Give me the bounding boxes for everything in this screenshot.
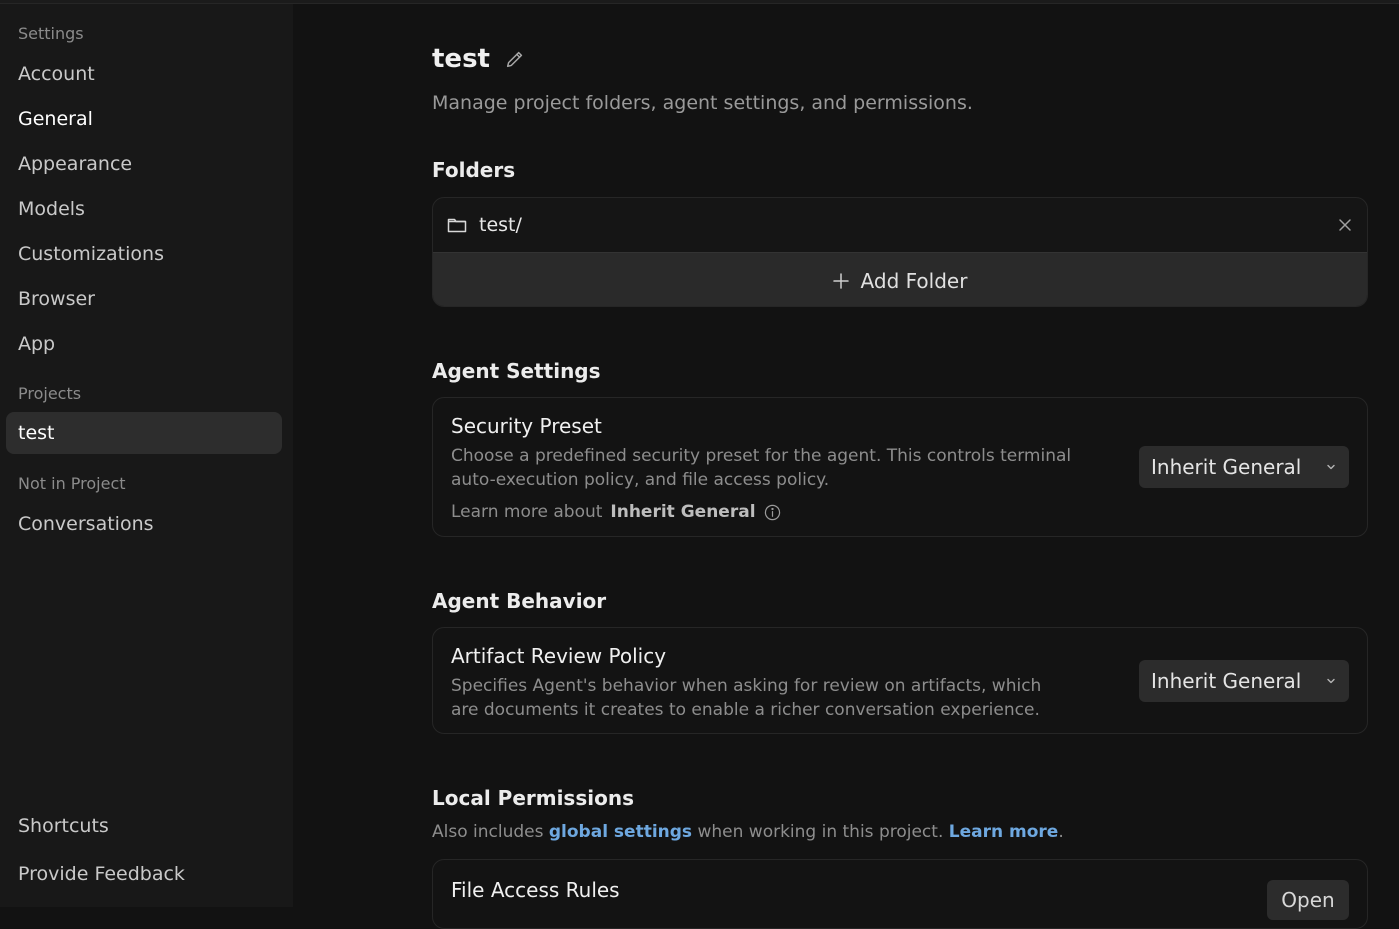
- sidebar-item-browser[interactable]: Browser: [6, 278, 282, 320]
- agent-behavior-heading: Agent Behavior: [432, 589, 607, 613]
- plus-icon: [832, 272, 849, 289]
- file-access-card: File Access Rules Open: [432, 859, 1368, 929]
- sidebar-item-project-test[interactable]: test: [6, 412, 282, 454]
- sidebar-item-account[interactable]: Account: [6, 53, 282, 95]
- file-access-title: File Access Rules: [451, 878, 620, 902]
- pencil-icon[interactable]: [504, 48, 526, 70]
- security-preset-learn-more: Learn more about Inherit General: [451, 502, 781, 522]
- add-folder-button[interactable]: Add Folder: [433, 252, 1367, 306]
- sidebar-header-settings: Settings: [18, 24, 84, 43]
- artifact-review-card: Artifact Review Policy Specifies Agent's…: [432, 627, 1368, 734]
- sidebar: Settings Account General Appearance Mode…: [0, 4, 293, 907]
- sidebar-item-general[interactable]: General: [6, 98, 282, 140]
- artifact-review-description: Specifies Agent's behavior when asking f…: [451, 676, 1042, 720]
- sidebar-item-conversations[interactable]: Conversations: [6, 503, 282, 545]
- artifact-review-dropdown[interactable]: Inherit General: [1139, 660, 1349, 702]
- sidebar-header-not-in-project: Not in Project: [18, 474, 126, 493]
- folders-heading: Folders: [432, 158, 516, 182]
- learn-more-target[interactable]: Inherit General: [610, 502, 755, 522]
- security-preset-description: Choose a predefined security preset for …: [451, 446, 1072, 490]
- learn-more-prefix: Learn more about: [451, 502, 603, 522]
- page-title: test: [432, 44, 490, 74]
- title-row: test: [432, 44, 526, 74]
- global-settings-link[interactable]: global settings: [549, 822, 692, 842]
- agent-settings-heading: Agent Settings: [432, 359, 601, 383]
- sidebar-item-provide-feedback[interactable]: Provide Feedback: [6, 853, 282, 895]
- local-permissions-heading: Local Permissions: [432, 786, 634, 810]
- sidebar-item-shortcuts[interactable]: Shortcuts: [6, 805, 282, 847]
- info-icon[interactable]: [764, 504, 781, 521]
- security-preset-dropdown[interactable]: Inherit General: [1139, 446, 1349, 488]
- page-subtitle: Manage project folders, agent settings, …: [432, 92, 973, 114]
- security-preset-title: Security Preset: [451, 414, 602, 438]
- perm-desc-suffix: .: [1058, 822, 1064, 842]
- artifact-review-title: Artifact Review Policy: [451, 644, 667, 668]
- folder-row: test/: [433, 198, 1367, 252]
- security-preset-card: Security Preset Choose a predefined secu…: [432, 397, 1368, 537]
- close-icon[interactable]: [1337, 217, 1353, 233]
- artifact-review-value: Inherit General: [1151, 669, 1302, 693]
- sidebar-item-app[interactable]: App: [6, 323, 282, 365]
- main-content: test Manage project folders, agent setti…: [293, 4, 1399, 929]
- sidebar-item-models[interactable]: Models: [6, 188, 282, 230]
- perm-desc-prefix: Also includes: [432, 822, 544, 842]
- add-folder-label: Add Folder: [860, 268, 968, 293]
- sidebar-item-customizations[interactable]: Customizations: [6, 233, 282, 275]
- local-permissions-description: Also includes global settings when worki…: [432, 822, 1064, 842]
- sidebar-item-appearance[interactable]: Appearance: [6, 143, 282, 185]
- folder-icon: [447, 218, 467, 233]
- chevron-down-icon: [1327, 464, 1335, 470]
- sidebar-header-projects: Projects: [18, 384, 82, 403]
- folder-name: test/: [479, 214, 522, 236]
- chevron-down-icon: [1327, 678, 1335, 684]
- security-preset-value: Inherit General: [1151, 455, 1302, 479]
- open-button[interactable]: Open: [1267, 880, 1349, 920]
- perm-desc-middle: when working in this project.: [697, 822, 944, 842]
- folders-card: test/ Add Folder: [432, 197, 1368, 307]
- learn-more-link[interactable]: Learn more: [949, 822, 1059, 842]
